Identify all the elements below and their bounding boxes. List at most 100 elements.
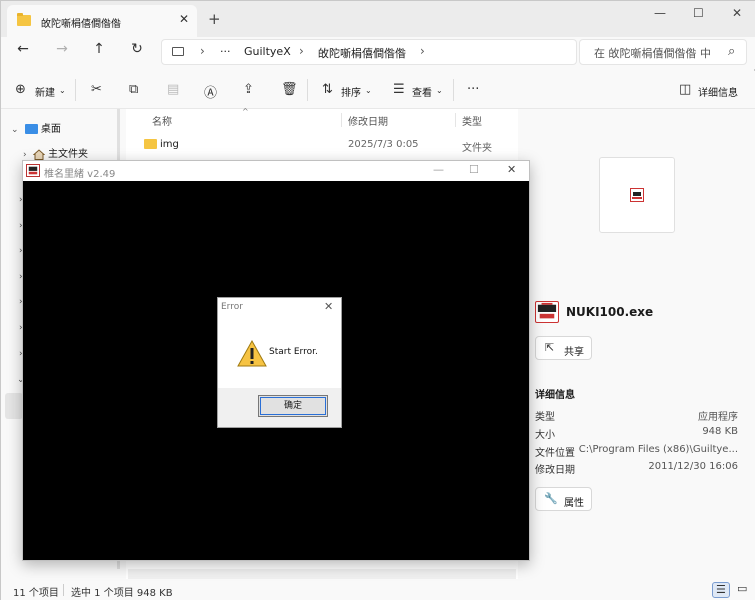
details-section-title: 详细信息 [535,390,575,401]
game-window-title: 椎名里緒 v2.49 [44,169,116,180]
property-key: 修改日期 [535,465,575,476]
chevron-down-icon: ⌄ [59,86,66,95]
folder-icon [144,139,157,149]
details-pane-icon[interactable]: ◫ [679,82,691,97]
game-titlebar[interactable]: 椎名里緒 v2.49 — ☐ ✕ [23,161,529,181]
search-icon[interactable]: ⌕ [728,44,735,59]
details-button-label[interactable]: 详细信息 [698,84,738,99]
table-row[interactable]: img 2025/7/3 0:05 文件夹 [126,133,518,154]
property-key: 大小 [535,430,555,441]
app-icon [630,188,644,202]
up-icon[interactable]: ↑ [89,41,109,57]
new-icon[interactable]: ⊕ [15,82,26,97]
delete-icon[interactable]: 🗑 [281,82,298,97]
chevron-right-icon[interactable]: › [23,150,27,160]
tab-current-folder[interactable]: 敀陀噺梋僖僴偺偺 ✕ [7,5,197,37]
column-divider[interactable] [455,113,456,127]
details-view-button[interactable]: ☰ [712,582,730,598]
wrench-icon: 🔧 [544,492,558,505]
new-button-label[interactable]: 新建 [35,84,55,99]
file-preview [599,157,675,233]
share-button[interactable]: ⇱ 共享 [535,336,592,360]
item-count: 11 个项目 [13,588,59,599]
sidebar-selected-item[interactable] [5,393,23,419]
breadcrumb-more[interactable]: ··· [220,45,231,58]
address-bar[interactable]: › ··· GuiltyeX › 敀陀噺梋僖僴偺偺 › [161,39,577,65]
sidebar-item-home[interactable]: › 主文件夹 [23,145,88,160]
file-date: 2025/7/3 0:05 [348,139,419,150]
details-pane: NUKI100.exe ⇱ 共享 详细信息 类型 应用程序 大小 948 KB … [519,109,755,579]
properties-button[interactable]: 🔧 属性 [535,487,592,511]
app-icon [535,301,559,323]
toolbar-divider [307,79,308,101]
sort-up-icon: ^ [242,107,249,116]
copy-icon[interactable]: ⧉ [129,82,138,97]
status-divider [63,584,64,596]
column-header-date[interactable]: 修改日期 [348,113,388,128]
breadcrumb-guiltyex[interactable]: GuiltyeX [244,45,291,58]
file-name-title: NUKI100.exe [566,305,654,319]
minimize-icon[interactable]: — [654,6,666,20]
close-window-icon[interactable]: ✕ [507,163,516,176]
column-header-name[interactable]: 名称 [152,113,172,128]
home-icon [32,148,45,160]
column-header-type[interactable]: 类型 [462,113,482,128]
cut-icon[interactable]: ✂ [91,82,102,97]
share-icon[interactable]: ⇪ [243,82,254,97]
minimize-icon[interactable]: — [433,163,444,176]
file-type: 文件夹 [462,143,492,154]
close-tab-icon[interactable]: ✕ [179,12,189,26]
view-icon[interactable]: ☰ [393,82,405,97]
file-name: img [160,139,179,150]
maximize-icon[interactable]: ☐ [469,163,479,176]
column-divider[interactable] [341,113,342,127]
view-button-label[interactable]: 查看 [412,84,432,99]
chevron-right-icon: › [420,44,425,58]
property-key: 类型 [535,412,555,423]
property-value: 948 KB [702,426,738,437]
paste-icon[interactable]: ▤ [167,82,179,97]
sort-button-label[interactable]: 排序 [341,84,361,99]
dialog-title: Error [221,302,243,312]
list-view-icon: ☰ [716,583,726,596]
this-pc-icon[interactable] [172,47,184,56]
rename-icon[interactable]: Ⓐ [204,82,217,101]
search-placeholder: 在 敀陀噺梋僖僴偺偺 中 [594,47,711,60]
sort-icon[interactable]: ⇅ [322,82,333,97]
share-button-label: 共享 [564,347,584,358]
status-bar: 11 个项目 选中 1 个项目 948 KB ☰ ▭ [1,579,755,600]
toolbar-divider [75,79,76,101]
tiles-view-button[interactable]: ▭ [734,582,752,598]
more-options-icon[interactable]: ··· [467,82,479,97]
chevron-right-icon: › [299,44,304,58]
share-icon: ⇱ [545,341,555,354]
breadcrumb-current-folder[interactable]: 敀陀噺梋僖僴偺偺 [318,45,406,61]
tab-title: 敀陀噺梋僖僴偺偺 [41,19,121,30]
navigation-bar: ← → ↑ ↻ › ··· GuiltyeX › 敀陀噺梋僖僴偺偺 › 在 敀陀… [1,37,755,69]
close-window-icon[interactable]: ✕ [732,6,742,20]
close-icon[interactable]: ✕ [324,300,333,313]
dialog-footer: 确定 [218,388,341,427]
tiles-view-icon: ▭ [737,582,748,595]
warning-icon [237,340,267,367]
maximize-icon[interactable]: ☐ [693,6,704,20]
selection-info: 选中 1 个项目 948 KB [71,588,173,599]
new-tab-icon[interactable]: + [208,10,221,28]
ok-button[interactable]: 确定 [258,395,328,417]
chevron-down-icon[interactable]: ⌄ [11,125,19,135]
chevron-down-icon: ⌄ [365,86,372,95]
search-box[interactable]: 在 敀陀噺梋僖僴偺偺 中 ⌕ [579,39,747,65]
app-icon [26,164,40,177]
forward-icon[interactable]: → [52,41,72,57]
desktop-icon [24,124,38,134]
back-icon[interactable]: ← [13,41,33,57]
properties-button-label: 属性 [564,498,584,509]
dialog-message: Start Error. [269,347,318,357]
property-key: 文件位置 [535,448,575,459]
sidebar-item-desktop[interactable]: ⌄ 桌面 [11,120,61,135]
chevron-down-icon: ⌄ [436,86,443,95]
refresh-icon[interactable]: ↻ [127,41,147,57]
chevron-right-icon: › [200,44,205,58]
horizontal-scrollbar[interactable] [128,569,516,579]
sidebar-item-label: 桌面 [40,124,61,135]
